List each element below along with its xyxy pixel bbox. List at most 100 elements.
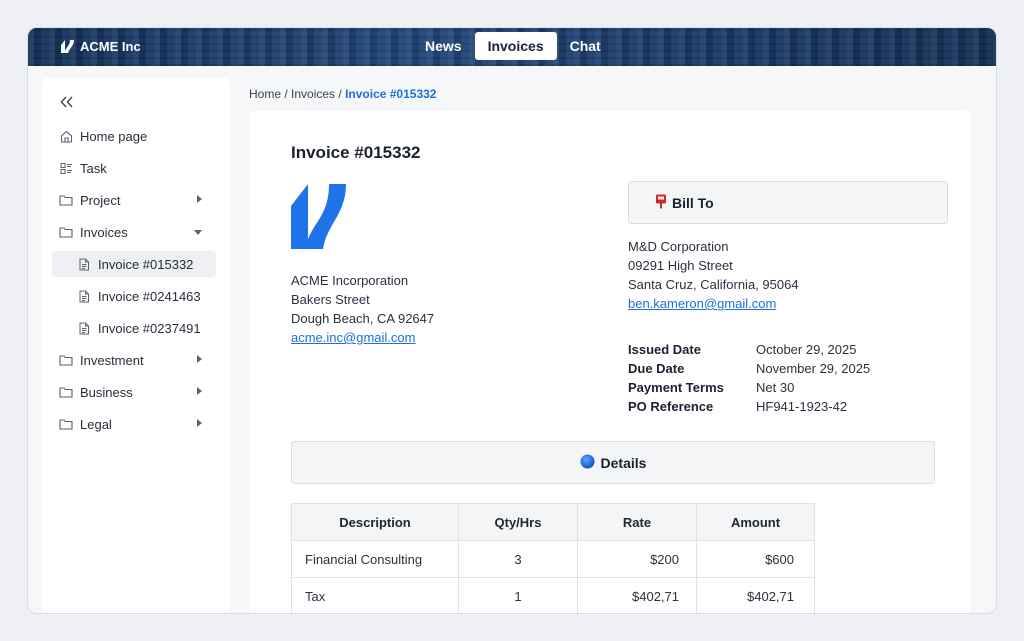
- brand-name: ACME Inc: [80, 39, 141, 54]
- sidebar-item-investment[interactable]: Investment: [52, 347, 216, 373]
- invoice-meta: Issued Date October 29, 2025 Due Date No…: [628, 340, 870, 416]
- breadcrumb-invoices[interactable]: Invoices: [291, 87, 335, 101]
- table-row: Financial Consulting 3 $200 $600: [291, 540, 815, 578]
- invoice-card: Invoice #015332 ACME Incorporation Baker…: [249, 111, 971, 613]
- meta-row: PO Reference HF941-1923-42: [628, 397, 870, 416]
- breadcrumb-separator: /: [335, 87, 346, 101]
- meta-value: HF941-1923-42: [756, 399, 848, 414]
- table-row: Tax 1 $402,71 $402,71: [291, 577, 815, 613]
- meta-value: Net 30: [756, 380, 795, 395]
- task-list-icon: [58, 160, 74, 176]
- top-bar: ACME Inc News Invoices Chat: [28, 28, 996, 66]
- meta-label: Due Date: [628, 361, 685, 376]
- breadcrumb-current: Invoice #015332: [345, 87, 437, 101]
- chevron-right-icon[interactable]: [197, 419, 202, 427]
- meta-label: PO Reference: [628, 399, 714, 414]
- folder-icon: [58, 352, 74, 368]
- page-title: Invoice #015332: [291, 143, 421, 162]
- tab-chat[interactable]: Chat: [557, 32, 614, 60]
- meta-row: Payment Terms Net 30: [628, 378, 870, 397]
- folder-icon: [58, 224, 74, 240]
- chevron-right-icon[interactable]: [197, 387, 202, 395]
- folder-icon: [58, 384, 74, 400]
- sidebar-item-label: Legal: [80, 416, 112, 432]
- column-header-qty: Qty/Hrs: [458, 503, 578, 541]
- breadcrumb: Home / Invoices / Invoice #015332: [249, 87, 436, 101]
- meta-label: Issued Date: [628, 342, 701, 357]
- from-city: Dough Beach, CA 92647: [291, 311, 435, 326]
- meta-label: Payment Terms: [628, 380, 724, 395]
- sidebar-item-task[interactable]: Task: [52, 155, 216, 181]
- sidebar: Home page Task Project Invoices Invoice …: [42, 78, 230, 613]
- cell-qty: 1: [458, 577, 578, 613]
- details-header: Details: [291, 441, 935, 484]
- bill-to-header: Bill To: [628, 181, 948, 224]
- cell-amount: $600: [696, 540, 815, 578]
- home-icon: [58, 128, 74, 144]
- from-name: ACME Incorporation: [291, 273, 409, 288]
- meta-row: Issued Date October 29, 2025: [628, 340, 870, 359]
- document-icon: [76, 288, 92, 304]
- blue-circle-icon: [580, 454, 595, 472]
- sidebar-item-project[interactable]: Project: [52, 187, 216, 213]
- sidebar-item-label: Business: [80, 384, 133, 400]
- sidebar-item-home-page[interactable]: Home page: [52, 123, 216, 149]
- to-city: Santa Cruz, California, 95064: [628, 277, 799, 292]
- chevron-right-icon[interactable]: [197, 355, 202, 363]
- sidebar-item-invoice-0241463[interactable]: Invoice #0241463: [52, 283, 216, 309]
- sidebar-item-invoices[interactable]: Invoices: [52, 219, 216, 245]
- folder-icon: [58, 416, 74, 432]
- sidebar-item-invoice-015332[interactable]: Invoice #015332: [52, 251, 216, 277]
- sidebar-item-label: Invoice #0241463: [98, 288, 201, 304]
- line-items-table: Description Qty/Hrs Rate Amount Financia…: [291, 503, 815, 613]
- sidebar-item-legal[interactable]: Legal: [52, 411, 216, 437]
- sidebar-item-label: Task: [80, 160, 107, 176]
- breadcrumb-home[interactable]: Home: [249, 87, 281, 101]
- cell-amount: $402,71: [696, 577, 815, 613]
- company-logo-icon: [291, 184, 347, 254]
- to-street: 09291 High Street: [628, 258, 733, 273]
- sidebar-item-label: Invoice #015332: [98, 256, 194, 272]
- sidebar-item-invoice-0237491[interactable]: Invoice #0237491: [52, 315, 216, 341]
- cell-rate: $200: [577, 540, 697, 578]
- document-icon: [76, 256, 92, 272]
- meta-value: October 29, 2025: [756, 342, 857, 357]
- chevron-right-icon[interactable]: [197, 195, 202, 203]
- tab-news[interactable]: News: [412, 32, 475, 60]
- top-nav: News Invoices Chat: [412, 32, 614, 60]
- column-header-description: Description: [291, 503, 459, 541]
- from-address: ACME Incorporation Bakers Street Dough B…: [291, 271, 434, 347]
- details-label: Details: [600, 454, 647, 471]
- sidebar-item-business[interactable]: Business: [52, 379, 216, 405]
- app-window: ACME Inc News Invoices Chat Home page Ta…: [27, 27, 997, 614]
- postbox-icon: [655, 194, 667, 212]
- cell-description: Financial Consulting: [291, 540, 459, 578]
- cell-rate: $402,71: [577, 577, 697, 613]
- table-header-row: Description Qty/Hrs Rate Amount: [291, 503, 815, 541]
- document-icon: [76, 320, 92, 336]
- breadcrumb-separator: /: [281, 87, 292, 101]
- brand-logo-icon: [61, 40, 75, 53]
- to-address: M&D Corporation 09291 High Street Santa …: [628, 237, 799, 313]
- chevron-down-icon[interactable]: [194, 230, 202, 235]
- sidebar-item-label: Invoice #0237491: [98, 320, 201, 336]
- double-chevron-left-icon[interactable]: [60, 95, 74, 112]
- from-street: Bakers Street: [291, 292, 370, 307]
- sidebar-item-label: Home page: [80, 128, 148, 144]
- meta-value: November 29, 2025: [756, 361, 871, 376]
- column-header-rate: Rate: [577, 503, 697, 541]
- sidebar-item-label: Invoices: [80, 224, 128, 240]
- column-header-amount: Amount: [696, 503, 815, 541]
- bill-to-label: Bill To: [672, 194, 714, 211]
- folder-icon: [58, 192, 74, 208]
- cell-qty: 3: [458, 540, 578, 578]
- meta-row: Due Date November 29, 2025: [628, 359, 870, 378]
- sidebar-item-label: Investment: [80, 352, 144, 368]
- cell-description: Tax: [291, 577, 459, 613]
- to-name: M&D Corporation: [628, 239, 729, 254]
- brand[interactable]: ACME Inc: [61, 39, 141, 54]
- sidebar-item-label: Project: [80, 192, 121, 208]
- to-email-link[interactable]: ben.kameron@gmail.com: [628, 294, 799, 313]
- from-email-link[interactable]: acme.inc@gmail.com: [291, 328, 434, 347]
- tab-invoices[interactable]: Invoices: [474, 32, 557, 60]
